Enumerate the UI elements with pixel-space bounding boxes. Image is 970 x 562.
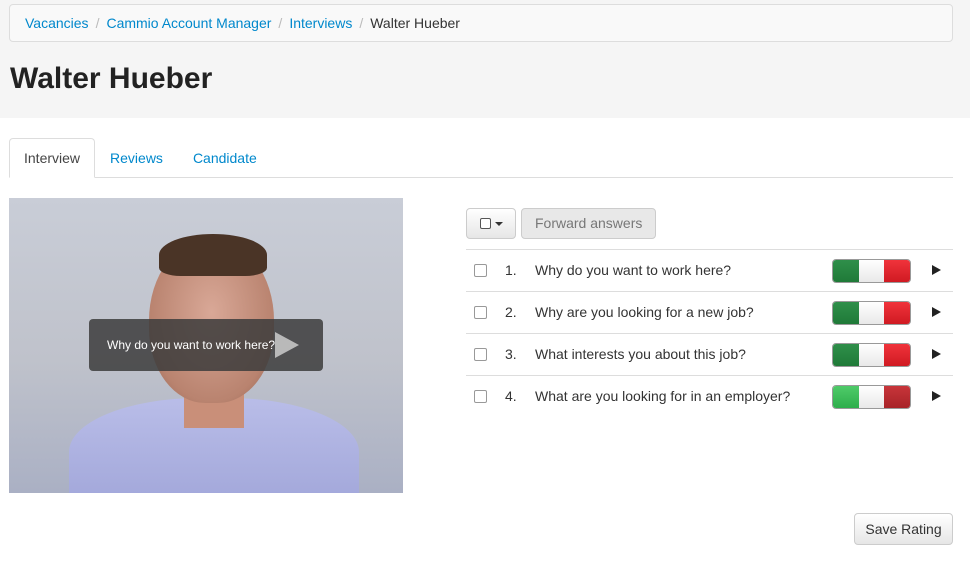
question-number: 2. bbox=[505, 304, 517, 320]
rating-positive[interactable] bbox=[833, 260, 859, 282]
rating-negative[interactable] bbox=[884, 302, 910, 324]
breadcrumb-vacancy[interactable]: Cammio Account Manager bbox=[106, 15, 271, 31]
question-text: Why are you looking for a new job? bbox=[535, 304, 754, 320]
question-checkbox[interactable] bbox=[474, 306, 487, 319]
caret-down-icon bbox=[494, 221, 503, 226]
tab-bar: Interview Reviews Candidate bbox=[9, 138, 953, 178]
question-row[interactable]: 4. What are you looking for in an employ… bbox=[466, 375, 953, 417]
play-arrow-icon[interactable] bbox=[932, 349, 941, 359]
page-title: Walter Hueber bbox=[10, 62, 213, 95]
question-text: Why do you want to work here? bbox=[535, 262, 732, 278]
rating-neutral[interactable] bbox=[858, 344, 885, 366]
rating-positive[interactable] bbox=[833, 386, 859, 408]
play-arrow-icon[interactable] bbox=[932, 307, 941, 317]
breadcrumb-interviews[interactable]: Interviews bbox=[289, 15, 352, 31]
rating-positive[interactable] bbox=[833, 344, 859, 366]
question-row[interactable]: 3. What interests you about this job? bbox=[466, 333, 953, 375]
play-arrow-icon[interactable] bbox=[932, 391, 941, 401]
video-player[interactable]: Why do you want to work here? bbox=[9, 198, 403, 493]
rating-toggle[interactable] bbox=[832, 343, 911, 367]
rating-neutral[interactable] bbox=[858, 386, 885, 408]
breadcrumb-separator: / bbox=[359, 15, 364, 31]
tab-reviews[interactable]: Reviews bbox=[95, 138, 178, 178]
rating-toggle[interactable] bbox=[832, 385, 911, 409]
question-text: What interests you about this job? bbox=[535, 346, 746, 362]
page-header: Vacancies / Cammio Account Manager / Intervi… bbox=[0, 0, 970, 118]
rating-negative[interactable] bbox=[884, 260, 910, 282]
rating-positive[interactable] bbox=[833, 302, 859, 324]
rating-negative[interactable] bbox=[884, 386, 910, 408]
rating-neutral[interactable] bbox=[858, 260, 885, 282]
breadcrumb-separator: / bbox=[278, 15, 283, 31]
question-number: 4. bbox=[505, 388, 517, 404]
question-checkbox[interactable] bbox=[474, 348, 487, 361]
breadcrumb: Vacancies / Cammio Account Manager / Intervi… bbox=[9, 4, 953, 42]
play-icon[interactable] bbox=[275, 332, 299, 358]
answers-toolbar: Forward answers bbox=[466, 208, 657, 239]
question-text: What are you looking for in an employer? bbox=[535, 388, 791, 404]
video-question-text: Why do you want to work here? bbox=[107, 338, 276, 352]
save-rating-button[interactable]: Save Rating bbox=[854, 513, 953, 545]
video-frame-hair bbox=[159, 234, 267, 276]
tab-candidate[interactable]: Candidate bbox=[178, 138, 272, 178]
select-all-dropdown[interactable] bbox=[466, 208, 516, 239]
question-number: 1. bbox=[505, 262, 517, 278]
breadcrumb-current: Walter Hueber bbox=[370, 15, 460, 31]
question-number: 3. bbox=[505, 346, 517, 362]
breadcrumb-separator: / bbox=[95, 15, 100, 31]
video-question-overlay[interactable]: Why do you want to work here? bbox=[89, 319, 323, 371]
rating-toggle[interactable] bbox=[832, 259, 911, 283]
tab-interview[interactable]: Interview bbox=[9, 138, 96, 178]
rating-neutral[interactable] bbox=[858, 302, 885, 324]
forward-answers-button[interactable]: Forward answers bbox=[521, 208, 657, 239]
rating-toggle[interactable] bbox=[832, 301, 911, 325]
question-row[interactable]: 2. Why are you looking for a new job? bbox=[466, 291, 953, 333]
play-arrow-icon[interactable] bbox=[932, 265, 941, 275]
checkbox-icon bbox=[479, 218, 491, 229]
question-row[interactable]: 1. Why do you want to work here? bbox=[466, 249, 953, 291]
rating-negative[interactable] bbox=[884, 344, 910, 366]
questions-list: 1. Why do you want to work here? 2. Why … bbox=[466, 249, 953, 417]
question-checkbox[interactable] bbox=[474, 390, 487, 403]
breadcrumb-vacancies[interactable]: Vacancies bbox=[25, 15, 89, 31]
question-checkbox[interactable] bbox=[474, 264, 487, 277]
